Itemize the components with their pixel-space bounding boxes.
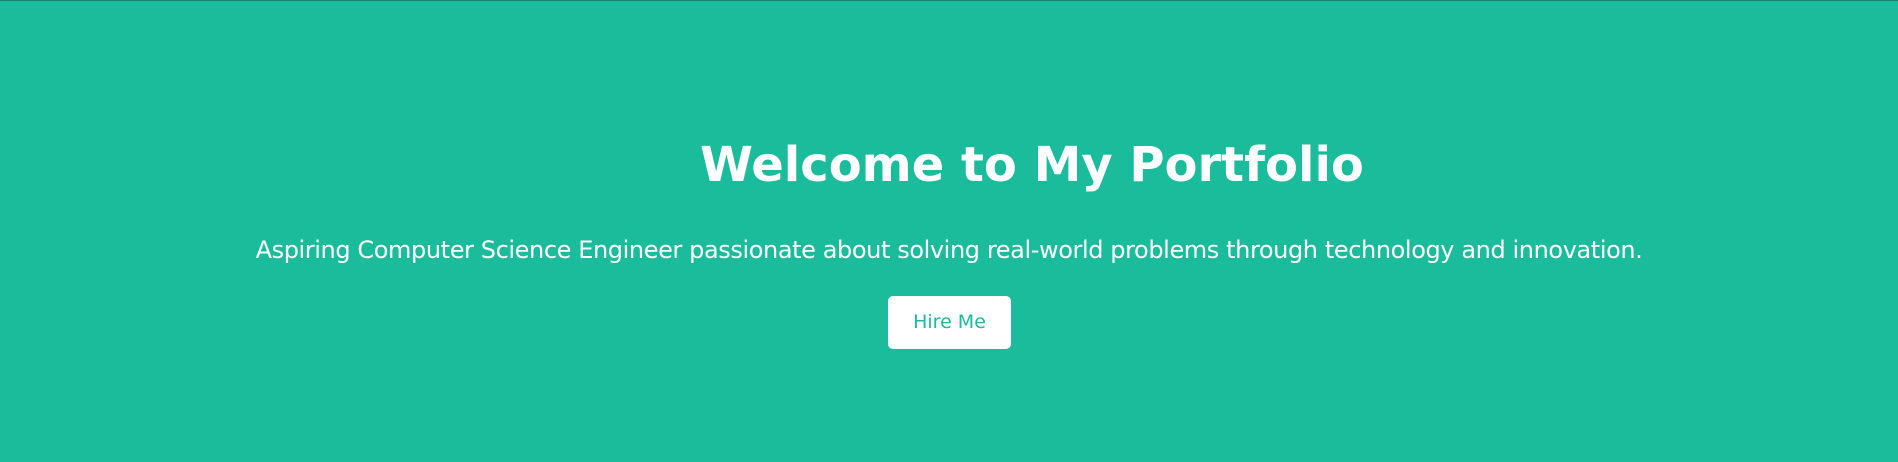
hire-me-button[interactable]: Hire Me <box>888 296 1011 349</box>
hero-subtitle: Aspiring Computer Science Engineer passi… <box>255 236 1643 264</box>
hero-title: Welcome to My Portfolio <box>700 137 1364 193</box>
hero-section: Welcome to My Portfolio Aspiring Compute… <box>0 0 1898 462</box>
